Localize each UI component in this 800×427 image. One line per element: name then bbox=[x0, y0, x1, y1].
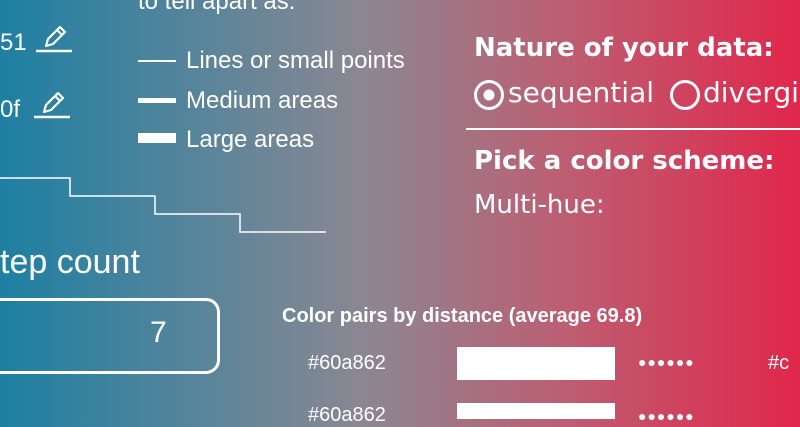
scheme-heading: Pick a color scheme: bbox=[474, 146, 775, 176]
option-diverging-label[interactable]: divergin bbox=[703, 76, 800, 109]
pair-distance-dots: ●●●●●● bbox=[638, 354, 695, 370]
step-graphic bbox=[0, 177, 326, 233]
tell-apart-label: to tell apart as: bbox=[138, 0, 296, 15]
pair-from-color: #60a862 bbox=[308, 352, 386, 374]
pairs-heading: Color pairs by distance (average 69.8) bbox=[282, 305, 643, 327]
line-type-label-large: Large areas bbox=[186, 126, 315, 153]
color-code-2: 0f bbox=[0, 96, 21, 123]
step-count-label: tep count bbox=[0, 243, 140, 281]
pair-from-color: #60a862 bbox=[308, 404, 386, 426]
divider bbox=[466, 128, 800, 130]
pair-color-swatch bbox=[457, 347, 615, 380]
step-count-value: 7 bbox=[150, 316, 167, 349]
pair-color-swatch bbox=[457, 403, 615, 419]
medium-line-sample bbox=[138, 98, 176, 103]
pencil-icon[interactable] bbox=[34, 26, 74, 54]
radio-diverging[interactable] bbox=[670, 80, 700, 110]
color-code-1: 51 bbox=[0, 29, 27, 56]
thick-line-sample bbox=[138, 133, 176, 143]
pair-to-color: #c bbox=[768, 352, 790, 374]
thin-line-sample bbox=[138, 60, 176, 62]
scheme-subheading: Multi-hue: bbox=[474, 190, 605, 220]
line-type-label-medium: Medium areas bbox=[186, 87, 339, 114]
line-type-label-lines: Lines or small points bbox=[186, 47, 405, 74]
option-sequential-label[interactable]: sequential bbox=[508, 76, 654, 109]
nature-heading: Nature of your data: bbox=[474, 33, 774, 63]
step-count-input[interactable] bbox=[0, 298, 220, 374]
radio-sequential[interactable] bbox=[474, 80, 504, 110]
pair-distance-dots: ●●●●●● bbox=[638, 408, 695, 424]
pencil-icon[interactable] bbox=[32, 92, 72, 120]
